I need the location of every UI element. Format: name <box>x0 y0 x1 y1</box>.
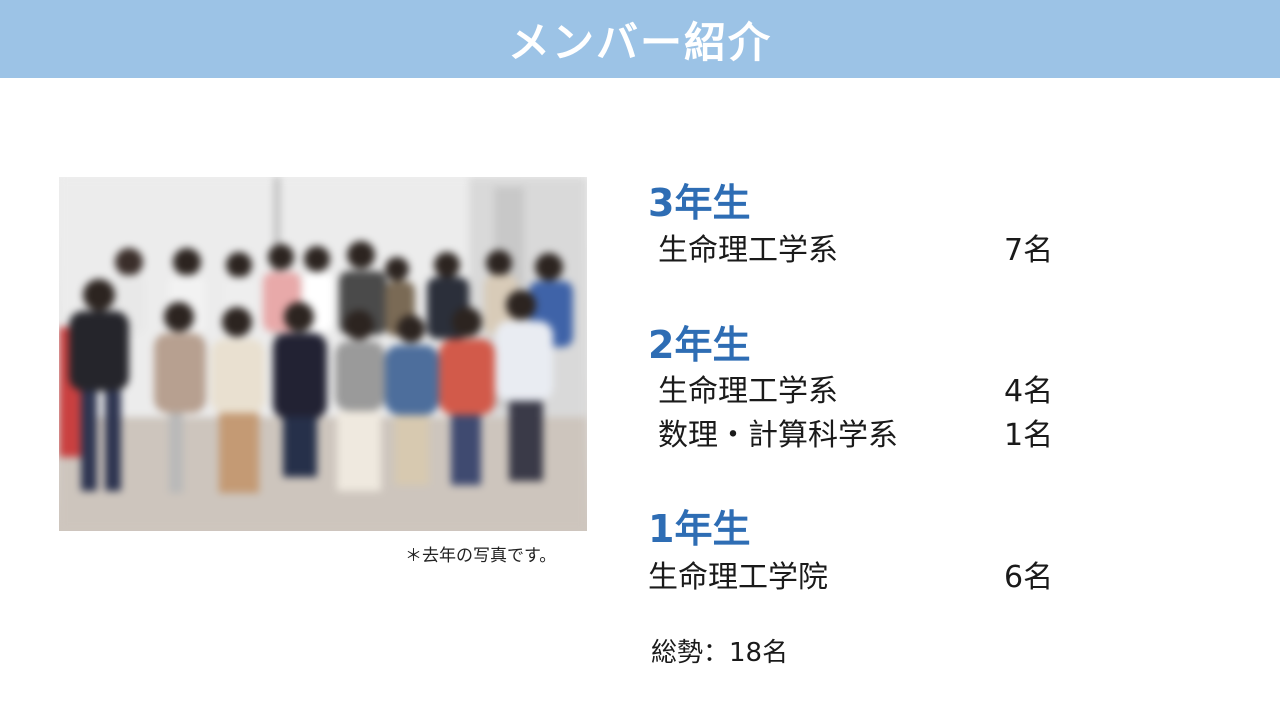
total-count: 総勢：18名 <box>651 638 789 668</box>
member-count: 4名 <box>1004 374 1054 409</box>
year-heading-2: 2年生 <box>648 323 751 367</box>
member-count: 1名 <box>1004 418 1054 453</box>
page-title: メンバー紹介 <box>507 17 772 67</box>
department-name: 生命理工学院 <box>648 560 828 595</box>
group-photo <box>59 177 587 531</box>
slide: メンバー紹介 ＊去年の写真です。 3年生 生命理工学系 7名 2年生 生命理工学… <box>0 0 1280 720</box>
department-name: 生命理工学系 <box>658 233 838 268</box>
year-heading-3: 3年生 <box>648 181 751 225</box>
department-name: 生命理工学系 <box>658 374 838 409</box>
member-count: 6名 <box>1004 560 1054 595</box>
photo-caption: ＊去年の写真です。 <box>405 546 557 566</box>
member-count: 7名 <box>1004 233 1054 268</box>
department-name: 数理・計算科学系 <box>658 418 898 453</box>
title-bar: メンバー紹介 <box>0 0 1280 78</box>
year-heading-1: 1年生 <box>648 507 751 551</box>
